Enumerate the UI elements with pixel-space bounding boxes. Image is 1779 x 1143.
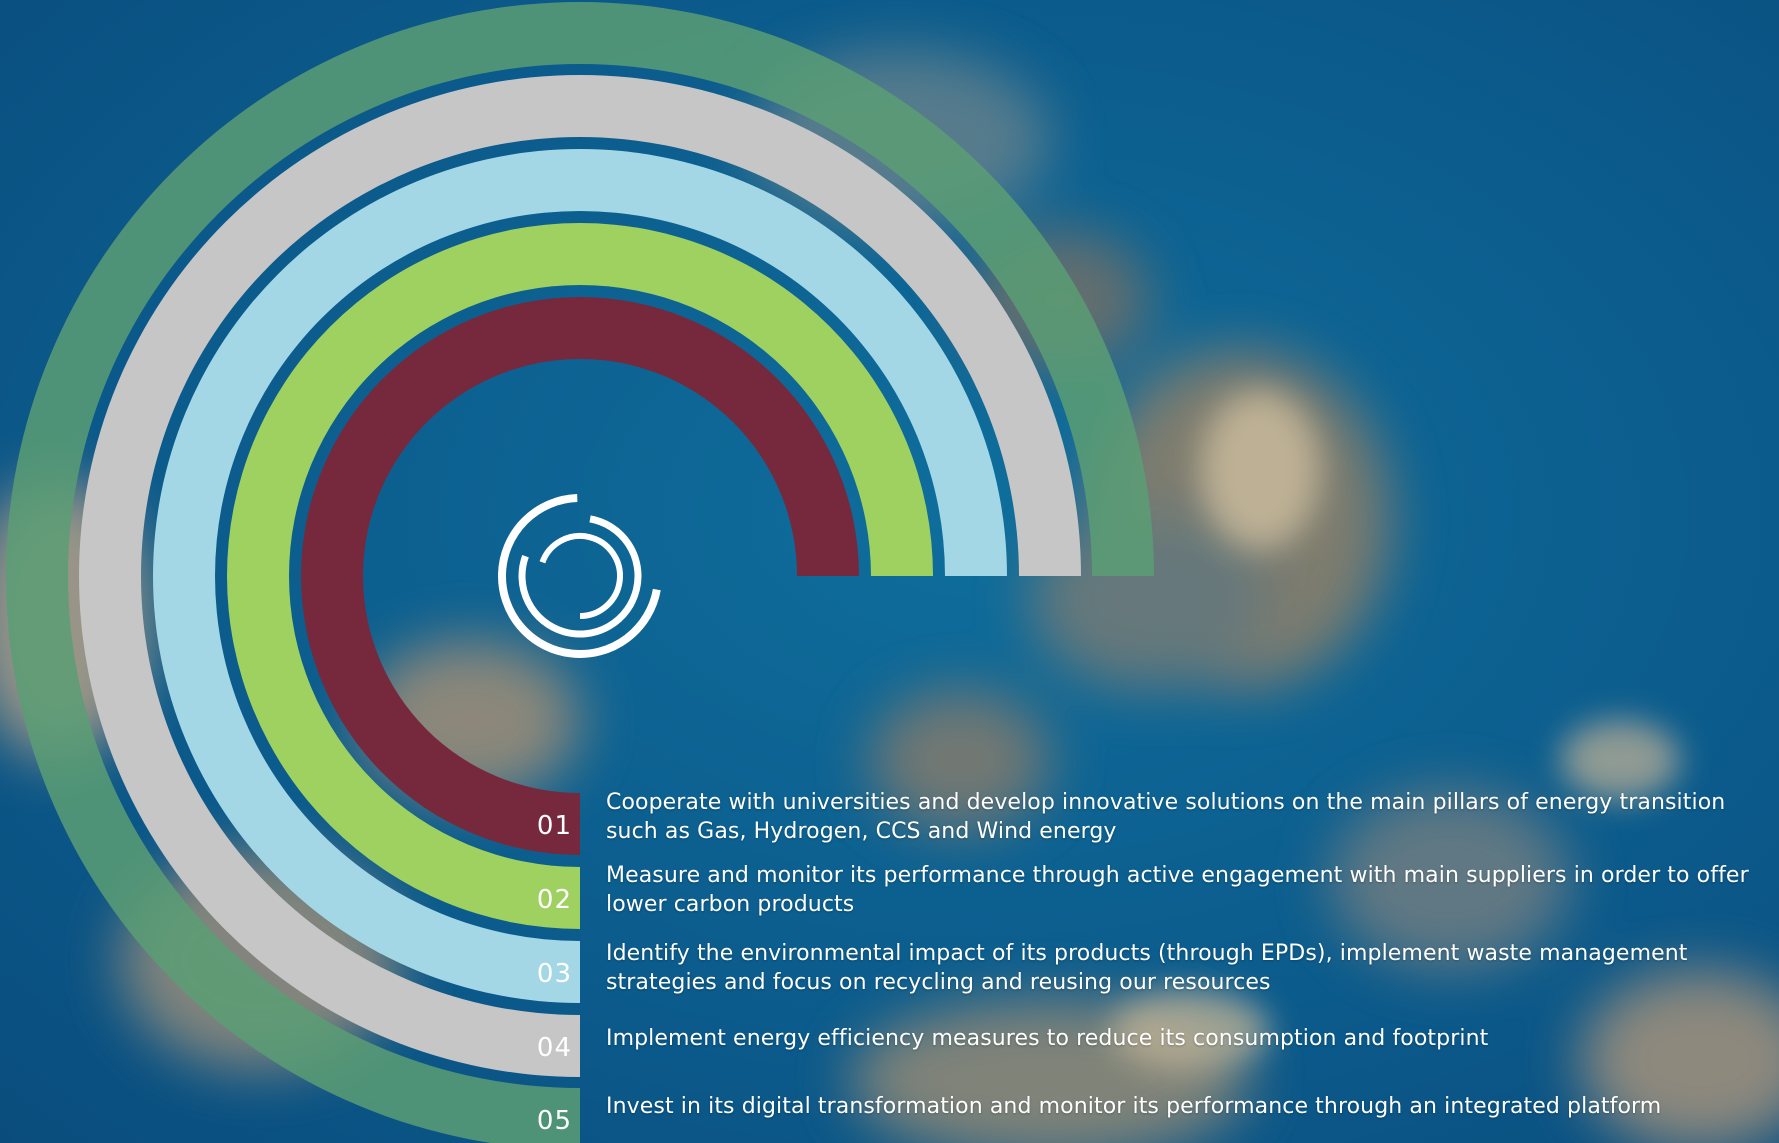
pillar-text-05: Invest in its digital transformation and…: [606, 1094, 1662, 1119]
pillar-number-05: 05: [537, 1106, 572, 1136]
pillar-number-03: 03: [537, 959, 572, 989]
infographic: 05 04 03 02 01 Cooperate with universities a…: [0, 0, 1779, 1143]
pillar-text-02: Measure and monitor its performance thro…: [606, 863, 1749, 917]
pillar-text-01: Cooperate with universities and develop …: [606, 790, 1726, 844]
concentric-rings-logo-icon: [498, 494, 661, 658]
pillar-number-01: 01: [537, 811, 572, 841]
logo-inner-ring: [539, 533, 623, 619]
pillar-number-02: 02: [537, 885, 572, 915]
pillar-text-03: Identify the environmental impact of its…: [606, 941, 1688, 995]
pillar-number-04: 04: [537, 1033, 572, 1063]
ring-band-01: [301, 297, 859, 855]
pillar-text-04: Implement energy efficiency measures to …: [606, 1026, 1489, 1051]
